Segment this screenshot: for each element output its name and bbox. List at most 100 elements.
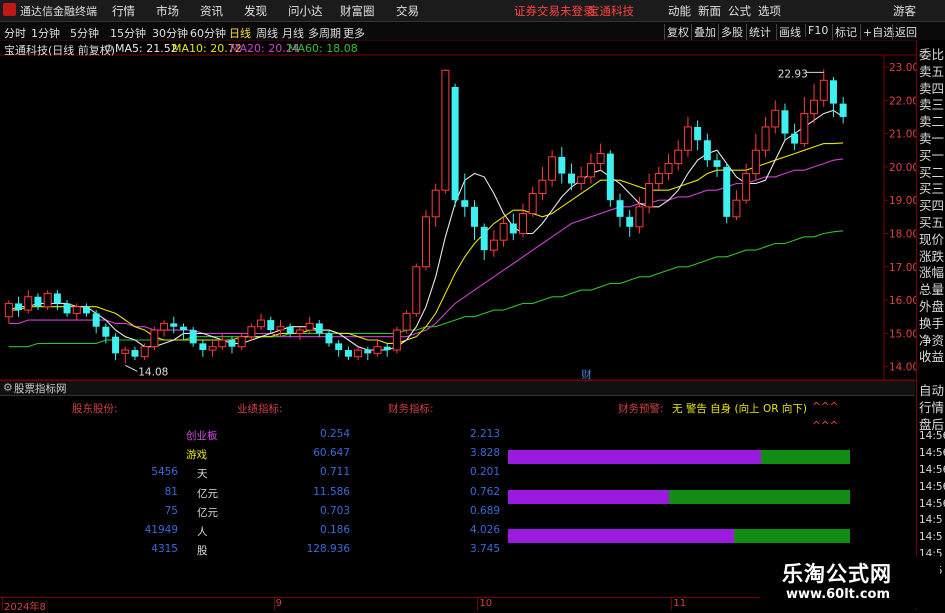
shareholder-unit: 游戏	[186, 449, 207, 462]
y-tick-label: 17.00	[889, 262, 916, 274]
candle	[499, 216, 508, 247]
candle	[392, 326, 401, 354]
candle	[616, 193, 624, 227]
candle	[480, 223, 488, 261]
performance-value: 11.586	[313, 485, 350, 498]
candle	[208, 340, 217, 357]
overlay-button[interactable]: 叠加	[691, 24, 718, 40]
period-tab-1min[interactable]: 1分钟	[31, 25, 60, 41]
current-stock-name: 宝通科技	[588, 4, 634, 18]
chart-title: 宝通科技(日线 前复权)	[4, 44, 116, 57]
candle-body	[422, 216, 430, 268]
candle	[528, 186, 537, 217]
shareholder-unit: 亿元	[197, 487, 218, 500]
side-panel-item: 14:56	[919, 464, 945, 476]
candle	[781, 103, 789, 141]
side-panel-item: 14:5	[919, 531, 943, 544]
menu-item-exchange[interactable]: 市场	[156, 3, 179, 19]
warning-marker: ^^^	[812, 401, 839, 413]
period-tab-5min[interactable]: 5分钟	[70, 25, 99, 41]
menu-item-news[interactable]: 资讯	[200, 3, 223, 19]
back-button[interactable]: 返回	[892, 24, 919, 40]
menu-item-options[interactable]: 选项	[758, 3, 781, 19]
candle	[683, 116, 692, 157]
candle	[34, 293, 42, 311]
menu-item-market[interactable]: 行情	[112, 3, 135, 19]
candle-body	[509, 223, 517, 234]
candle-body	[654, 173, 663, 185]
menu-item-trade[interactable]: 交易	[396, 3, 419, 19]
period-tab-daily[interactable]: 日线	[229, 25, 251, 41]
candle	[771, 100, 780, 134]
login-notice[interactable]: 证券交易未登录	[514, 3, 595, 19]
candle-body	[586, 163, 595, 178]
adjust-button[interactable]: 复权	[664, 24, 691, 40]
period-tab-weekly[interactable]: 周线	[256, 25, 278, 41]
app-title: 通达信金融终端	[20, 5, 97, 18]
menu-item-momentum[interactable]: 动能	[668, 3, 691, 19]
candle-body	[228, 340, 236, 347]
f10-button[interactable]: F10	[805, 24, 830, 37]
period-tab-timeshare[interactable]: 分时	[4, 25, 26, 41]
period-tab-60min[interactable]: 60分钟	[190, 25, 226, 41]
candle-body	[344, 350, 352, 357]
candle	[441, 69, 450, 194]
candle-body	[568, 173, 576, 184]
candle-body	[461, 200, 469, 207]
warning-bar-purple	[508, 529, 734, 543]
period-tab-monthly[interactable]: 月线	[282, 25, 304, 41]
mark-button[interactable]: 标记	[832, 24, 859, 40]
menu-item-layout[interactable]: 新面	[698, 3, 721, 19]
menu-item-assistant[interactable]: 问小达	[288, 3, 323, 19]
menu-item-wealth[interactable]: 财富圈	[340, 3, 375, 19]
guest-user[interactable]: 游客	[893, 3, 916, 19]
candle	[160, 320, 169, 337]
date-tick	[2, 598, 3, 610]
y-tick-label: 20.00	[889, 162, 916, 174]
draw-line-button[interactable]: 画线	[776, 24, 803, 40]
candle-body	[548, 156, 557, 181]
financial-header: 财务指标:	[388, 403, 434, 415]
candle	[703, 133, 711, 167]
candle-body	[431, 189, 440, 218]
statistics-button[interactable]: 统计	[746, 24, 773, 40]
candle-body	[819, 79, 828, 101]
multi-stock-button[interactable]: 多股	[718, 24, 745, 40]
add-watchlist-button[interactable]: +自选	[860, 24, 896, 40]
candle	[295, 326, 304, 341]
side-panel-item: 14:56	[919, 497, 945, 510]
candle	[461, 173, 469, 217]
candle-body	[402, 312, 411, 331]
candle	[606, 150, 614, 207]
financial-value: 0.201	[469, 466, 500, 479]
date-tick	[671, 598, 673, 610]
candle	[626, 210, 634, 237]
candle	[422, 210, 430, 271]
period-tab-30min[interactable]: 30分钟	[152, 25, 188, 41]
settings-gear-icon[interactable]: ⚙	[104, 42, 114, 55]
menu-item-discover[interactable]: 发现	[244, 3, 267, 19]
candle	[538, 166, 547, 201]
financial-value: 2.213	[469, 428, 500, 440]
candle-body	[208, 346, 217, 351]
candle-body	[92, 313, 100, 327]
candle	[471, 200, 478, 241]
date-axis-label: 11	[673, 598, 687, 609]
candle	[373, 340, 382, 357]
candle	[82, 303, 90, 317]
period-tab-multi[interactable]: 多周期	[308, 25, 341, 41]
period-tab-15min[interactable]: 15分钟	[110, 25, 146, 41]
candle-body	[392, 329, 401, 351]
candle	[112, 333, 120, 361]
candle-body	[664, 163, 673, 175]
candle-body	[295, 329, 304, 334]
candle-body	[305, 322, 314, 331]
watermark-url: www.60lt.com	[786, 587, 891, 602]
menu-item-formula[interactable]: 公式	[728, 3, 751, 19]
indicator-panel-header: ⚙ 股票指标网	[0, 380, 915, 396]
gear-icon[interactable]: ⚙	[3, 381, 13, 394]
candle	[577, 166, 586, 191]
date-axis-label: 10	[479, 598, 493, 609]
date-tick	[477, 598, 479, 610]
period-tab-more[interactable]: 更多	[343, 25, 365, 41]
